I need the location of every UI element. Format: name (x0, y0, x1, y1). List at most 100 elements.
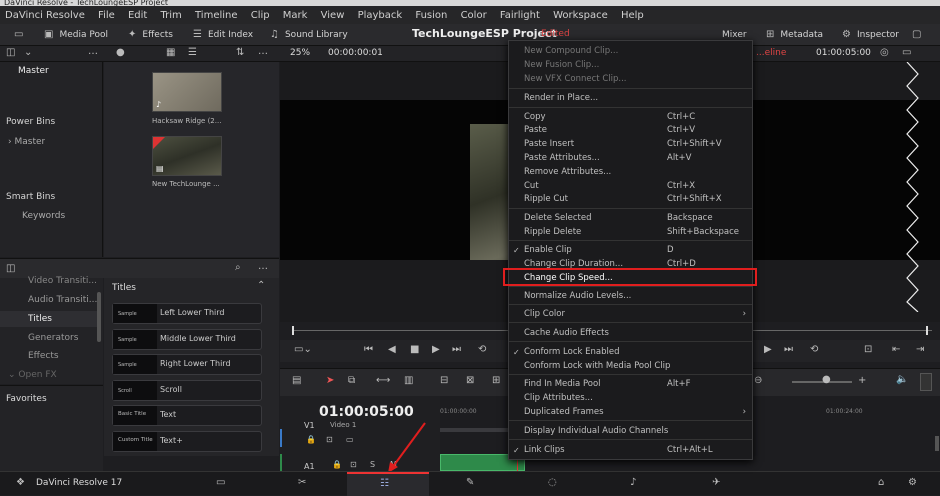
list-view-icon[interactable]: ☰ (188, 47, 197, 58)
go-to-end-icon-2[interactable]: ⏭ (784, 344, 793, 355)
bin-master[interactable]: Master (18, 66, 49, 76)
menu-cache-audio-effects[interactable]: Cache Audio Effects (509, 327, 752, 340)
match-frame-icon[interactable]: ⊡ (864, 344, 872, 355)
clip-thumbnail-hacksaw[interactable]: ♪ (152, 72, 222, 112)
color-wheel-icon[interactable]: ◎ (880, 47, 889, 58)
menu-clip-attributes[interactable]: Clip Attributes... (509, 392, 752, 405)
more-options-icon-3[interactable]: … (258, 261, 268, 272)
menu-copy[interactable]: Copy Ctrl+C (509, 111, 752, 124)
menu-link-clips[interactable]: ✓ Link Clips Ctrl+Alt+L (509, 444, 752, 457)
chevron-down-icon[interactable]: ⌄ (24, 47, 32, 58)
go-to-start-icon[interactable]: ⏮ (364, 344, 373, 355)
sound-library-button[interactable]: ♫ Sound Library (270, 24, 348, 46)
dynamic-trim-icon[interactable]: ⟷ (376, 375, 390, 386)
more-options-icon-2[interactable]: … (258, 46, 268, 57)
menu-fusion[interactable]: Fusion (410, 6, 452, 21)
viewer-mode-icon[interactable]: ▭ (902, 47, 911, 58)
title-left-lower-third[interactable]: Sample Left Lower Third (112, 303, 262, 324)
go-to-end-icon[interactable]: ⏭ (452, 344, 461, 355)
menu-paste[interactable]: Paste Ctrl+V (509, 124, 752, 137)
timeline-name[interactable]: ...eline (756, 48, 786, 58)
home-icon[interactable]: ⌂ (878, 477, 884, 488)
menu-ripple-delete[interactable]: Ripple Delete Shift+Backspace (509, 226, 752, 239)
slider-dot-icon[interactable]: ● (116, 47, 125, 58)
menu-timeline[interactable]: Timeline (190, 6, 243, 21)
menu-normalize-audio-levels[interactable]: Normalize Audio Levels... (509, 290, 752, 303)
menu-new-fusion-clip[interactable]: New Fusion Clip... (509, 59, 752, 72)
track-v1-name[interactable]: Video 1 (330, 421, 356, 429)
sort-icon[interactable]: ⇅ (236, 47, 244, 58)
search-icon[interactable]: ⌕ (235, 262, 241, 273)
media-page-icon[interactable]: ▭ (216, 477, 225, 488)
zoom-out-icon[interactable]: ⊖ (754, 375, 762, 386)
category-generators[interactable]: Generators (28, 333, 78, 343)
smart-bin-keywords[interactable]: Keywords (22, 211, 65, 221)
solo-icon[interactable]: S (370, 460, 375, 469)
stop-icon[interactable]: ■ (410, 344, 419, 355)
blade-tool-icon[interactable]: ▥ (404, 375, 413, 386)
media-pool-button[interactable]: ▣ Media Pool (44, 24, 108, 46)
inspector-button[interactable]: ⚙ Inspector (842, 24, 899, 46)
menu-paste-attributes[interactable]: Paste Attributes... Alt+V (509, 152, 752, 165)
menu-conform-lock-enabled[interactable]: ✓ Conform Lock Enabled (509, 346, 752, 359)
menu-edit[interactable]: Edit (123, 6, 152, 21)
menu-remove-attributes[interactable]: Remove Attributes... (509, 166, 752, 179)
play-icon-2[interactable]: ▶ (764, 344, 772, 355)
auto-select-icon[interactable]: ⊡ (326, 435, 333, 444)
category-titles[interactable]: Titles (28, 314, 52, 324)
effects-button[interactable]: ✦ Effects (128, 24, 173, 46)
color-page-icon[interactable]: ◌ (548, 477, 557, 488)
menu-new-compound-clip[interactable]: New Compound Clip... (509, 45, 752, 58)
category-open-fx[interactable]: ⌄ Open FX (8, 370, 57, 380)
category-scrollbar[interactable] (97, 292, 101, 342)
play-icon[interactable]: ▶ (432, 344, 440, 355)
menu-color[interactable]: Color (456, 6, 492, 21)
lock-icon[interactable]: 🔒 (306, 435, 316, 444)
grid-view-icon[interactable]: ▦ (166, 47, 175, 58)
title-right-lower-third[interactable]: Sample Right Lower Third (112, 354, 262, 375)
menu-workspace[interactable]: Workspace (548, 6, 613, 21)
chevron-up-icon[interactable]: ⌃ (257, 280, 265, 291)
menu-conform-lock-media-pool[interactable]: Conform Lock with Media Pool Clip (509, 360, 752, 373)
auto-select-icon-2[interactable]: ⊡ (350, 460, 357, 469)
fairlight-page-icon[interactable]: ♪ (630, 477, 636, 488)
loop-icon[interactable]: ⟲ (478, 344, 486, 355)
fusion-page-icon[interactable]: ✎ (466, 477, 474, 488)
menu-clip-color[interactable]: Clip Color › (509, 308, 752, 321)
title-scroll[interactable]: Scroll Scroll (112, 380, 262, 401)
clip-thumbnail-timeline[interactable]: ▤ (152, 136, 222, 176)
category-audio-transitions[interactable]: Audio Transiti... (28, 295, 97, 305)
mark-in-icon[interactable]: ⇤ (892, 344, 900, 355)
panel-toggle-icon[interactable]: ◫ (6, 263, 15, 274)
title-middle-lower-third[interactable]: Sample Middle Lower Third (112, 329, 262, 350)
menu-cut[interactable]: Cut Ctrl+X (509, 180, 752, 193)
menu-clip[interactable]: Clip (246, 6, 275, 21)
zoom-slider-handle[interactable]: ● (822, 374, 831, 385)
mark-out-icon[interactable]: ⇥ (916, 344, 924, 355)
timeline-view-options-icon[interactable]: ▤ (292, 375, 301, 386)
trim-tool-icon[interactable]: ⧉ (348, 375, 355, 386)
menu-render-in-place[interactable]: Render in Place... (509, 92, 752, 105)
menu-enable-clip[interactable]: ✓ Enable Clip D (509, 244, 752, 257)
speaker-icon[interactable]: 🔈 (896, 374, 908, 385)
cut-page-icon[interactable]: ✂ (298, 477, 306, 488)
timeline-scrollbar[interactable] (935, 436, 939, 451)
menu-duplicated-frames[interactable]: Duplicated Frames › (509, 406, 752, 419)
more-options-icon[interactable]: … (88, 46, 98, 57)
menu-paste-insert[interactable]: Paste Insert Ctrl+Shift+V (509, 138, 752, 151)
menu-mark[interactable]: Mark (278, 6, 313, 21)
zoom-in-icon[interactable]: + (858, 375, 866, 386)
menu-display-audio-channels[interactable]: Display Individual Audio Channels (509, 425, 752, 438)
title-text[interactable]: Basic Title Text (112, 405, 262, 426)
metadata-button[interactable]: ⊞ Metadata (766, 24, 823, 46)
menu-new-vfx-connect-clip[interactable]: New VFX Connect Clip... (509, 73, 752, 86)
sidebar-toggle-icon[interactable]: ◫ (6, 47, 15, 58)
menu-find-in-media-pool[interactable]: Find In Media Pool Alt+F (509, 378, 752, 391)
play-reverse-icon[interactable]: ◀ (388, 344, 396, 355)
loop-icon-2[interactable]: ⟲ (810, 344, 818, 355)
menu-delete-selected[interactable]: Delete Selected Backspace (509, 212, 752, 225)
overwrite-clip-icon[interactable]: ⊠ (466, 375, 474, 386)
monitor-icon[interactable]: ▭ (14, 29, 23, 40)
edit-index-button[interactable]: ☰ Edit Index (193, 24, 253, 46)
lock-icon-2[interactable]: 🔒 (332, 460, 342, 469)
